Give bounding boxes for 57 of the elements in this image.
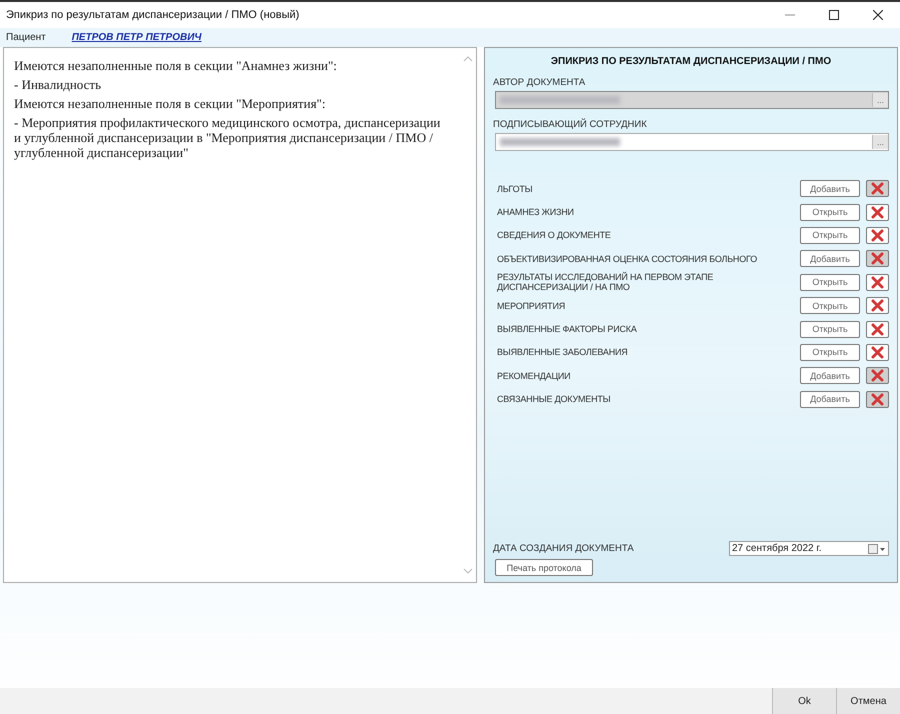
close-icon <box>873 10 883 20</box>
delete-button[interactable] <box>866 344 889 361</box>
section-label: РЕЗУЛЬТАТЫ ИССЛЕДОВАНИЙ НА ПЕРВОМ ЭТАПЕ ДИСПАНСЕРИЗАЦИИ / НА ПМО <box>496 272 714 292</box>
section-label: ВЫЯВЛЕННЫЕ ЗАБОЛЕВАНИЯ <box>496 347 629 358</box>
message-text: - Инвалидность <box>14 77 102 92</box>
section-action-button[interactable]: Добавить <box>800 390 860 408</box>
section-label: МЕРОПРИЯТИЯ <box>496 300 566 311</box>
delete-icon <box>871 252 884 266</box>
form-heading: ЭПИКРИЗ ПО РЕЗУЛЬТАТАМ ДИСПАНСЕРИЗАЦИИ / ПМО <box>550 56 832 67</box>
delete-button[interactable] <box>866 320 889 338</box>
delete-icon <box>871 392 884 406</box>
section-label: РЕКОМЕНДАЦИИ <box>496 370 572 381</box>
delete-icon <box>871 346 884 359</box>
message-text: Имеются незаполненные поля в секции "Анамнез жизни": <box>14 58 338 73</box>
patient-label: Пациент <box>6 32 46 43</box>
delete-button[interactable] <box>866 274 889 291</box>
section-label: ВЫЯВЛЕННЫЕ ФАКТОРЫ РИСКА <box>496 324 638 334</box>
delete-button[interactable] <box>866 226 889 244</box>
section-action-button[interactable]: Добавить <box>800 180 860 198</box>
patient-name-link[interactable]: ПЕТРОВ ПЕТР ПЕТРОВИЧ <box>72 32 202 43</box>
section-action-button[interactable]: Открыть <box>800 226 860 244</box>
employee-field[interactable]: ... <box>495 133 889 151</box>
delete-icon <box>871 322 884 336</box>
section-action-button[interactable]: Открыть <box>800 344 860 361</box>
maximize-icon <box>829 10 839 20</box>
dialog-button[interactable]: Отмена <box>836 688 900 714</box>
section-action-button[interactable]: Открыть <box>800 320 860 338</box>
delete-icon <box>871 182 884 196</box>
section-label: СВЕДЕНИЯ О ДОКУМЕНТЕ <box>496 230 612 240</box>
section-label: ЛЬГОТЫ <box>496 184 534 194</box>
delete-icon <box>871 228 884 242</box>
delete-icon <box>871 299 884 312</box>
section-action-button[interactable]: Открыть <box>800 297 860 314</box>
delete-button[interactable] <box>866 297 889 314</box>
field-label: АВТОР ДОКУМЕНТА <box>493 77 586 88</box>
section-action-button[interactable]: Добавить <box>800 367 860 384</box>
print-button[interactable]: Печать протокола <box>495 559 593 576</box>
section-action-button[interactable]: Добавить <box>800 250 860 268</box>
delete-button[interactable] <box>866 204 889 221</box>
date-field[interactable]: 27 сентября 2022 г. <box>729 541 889 556</box>
dialog-button[interactable]: Ok <box>772 688 836 714</box>
delete-icon <box>871 369 884 382</box>
section-label: ОБЪЕКТИВИЗИРОВАННАЯ ОЦЕНКА СОСТОЯНИЯ БОЛЬНОГО <box>496 254 758 264</box>
delete-icon <box>871 206 884 219</box>
section-action-button[interactable]: Открыть <box>800 204 860 221</box>
section-label: АНАМНЕЗ ЖИЗНИ <box>496 207 575 218</box>
message-text: Имеются незаполненные поля в секции "Мероприятия": <box>14 96 326 111</box>
date-label: ДАТА СОЗДАНИЯ ДОКУМЕНТА <box>493 543 635 554</box>
section-action-button[interactable]: Открыть <box>800 274 860 291</box>
message-text: - Мероприятия профилактического медицинского осмотра, диспансеризации и углубленной диспансеризации в "Мероприятия диспансеризации / ПМО / углубленной диспансеризации" <box>14 115 442 160</box>
browse-button[interactable]: ... <box>872 135 888 149</box>
delete-icon <box>871 276 884 289</box>
calendar-dropdown-icon <box>868 544 886 554</box>
window-title: Эпикриз по результатам диспансеризации / ПМО (новый) <box>6 9 300 21</box>
minimize-icon <box>785 14 795 16</box>
field-label: ПОДПИСЫВАЮЩИЙ СОТРУДНИК <box>493 119 648 130</box>
section-label: СВЯЗАННЫЕ ДОКУМЕНТЫ <box>496 394 612 404</box>
